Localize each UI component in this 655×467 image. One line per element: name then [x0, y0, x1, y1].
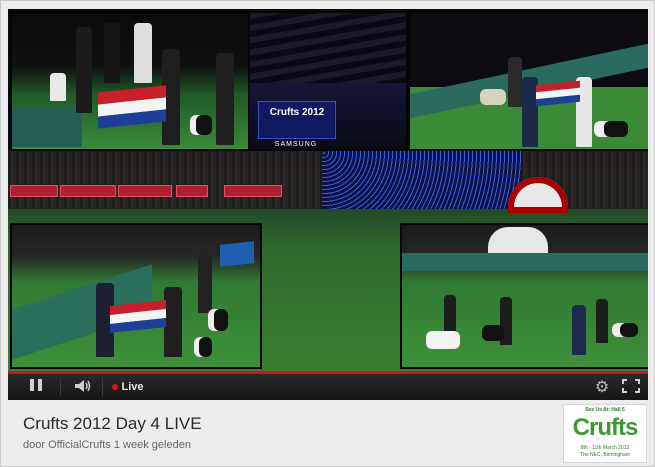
white-dog — [480, 89, 506, 105]
person — [76, 27, 92, 113]
scottish-flag — [220, 241, 254, 267]
pause-button[interactable] — [24, 374, 48, 400]
settings-button[interactable]: ⚙ — [591, 374, 613, 400]
arena-tunnel — [488, 227, 548, 255]
video-pane-scoreboard: Crufts 2012 SAMSUNG — [248, 11, 408, 151]
video-pane-flag-walk — [408, 11, 648, 151]
arena-rigging — [250, 13, 406, 83]
controls-divider — [102, 378, 103, 396]
controls-divider — [60, 378, 61, 396]
arena-hoarding — [176, 185, 208, 197]
border-collie — [594, 121, 628, 137]
person — [164, 287, 182, 357]
speaker-icon — [74, 379, 92, 396]
crufts-logo[interactable]: See Us At: Hall 5 Crufts 8th - 11th Marc… — [563, 404, 647, 463]
person — [216, 53, 234, 145]
live-label: Live — [121, 381, 144, 393]
arena-hoarding — [10, 185, 58, 197]
live-indicator[interactable]: Live — [108, 374, 148, 400]
arena-hoarding — [118, 185, 172, 197]
logo-brand: Crufts — [572, 414, 639, 441]
logo-venue: The NEC, Birmingham — [579, 452, 630, 458]
arena-scoreboard: Crufts 2012 — [258, 101, 336, 139]
person — [508, 57, 522, 107]
player-controls: Live ⚙ — [8, 374, 648, 400]
video-pane-flag-parade — [10, 223, 262, 369]
fullscreen-button[interactable] — [619, 374, 643, 400]
video-card: Crufts 2012 SAMSUNG Live ⚙ Crufts 2012 D… — [0, 0, 655, 467]
border-collie — [194, 337, 212, 357]
video-byline: door OfficialCrufts 1 week geleden — [23, 439, 191, 451]
pause-icon — [28, 378, 44, 396]
border-collie — [612, 323, 638, 337]
person — [104, 23, 120, 83]
volume-button[interactable] — [70, 374, 96, 400]
video-title[interactable]: Crufts 2012 Day 4 LIVE — [23, 414, 202, 434]
dutch-flag — [98, 85, 166, 129]
arena-hoarding — [60, 185, 116, 197]
border-collie — [190, 115, 212, 135]
arena-wall — [402, 253, 648, 271]
logo-dates: 8th - 11th March 2012 — [580, 445, 630, 451]
person — [134, 23, 152, 83]
gear-icon: ⚙ — [594, 379, 610, 396]
video-pane-handlers-flag — [10, 11, 250, 151]
arena-wall — [12, 107, 82, 147]
video-player[interactable]: Crufts 2012 SAMSUNG Live ⚙ — [8, 9, 648, 400]
logo-tagline: See Us At: Hall 5 — [585, 407, 625, 413]
fullscreen-icon — [622, 378, 640, 396]
sponsor-text: SAMSUNG — [274, 141, 318, 148]
person — [444, 295, 456, 335]
person — [596, 299, 608, 343]
white-dog — [426, 331, 460, 349]
person — [50, 73, 66, 101]
live-dot-icon — [112, 384, 119, 390]
black-dog — [482, 325, 504, 341]
border-collie — [208, 309, 228, 331]
arena-hoarding — [224, 185, 282, 197]
video-pane-obedience — [400, 223, 648, 369]
dutch-flag — [110, 300, 166, 333]
person — [198, 253, 212, 313]
scoreboard-text: Crufts 2012 — [269, 107, 325, 118]
person — [572, 305, 586, 355]
arena-led-wall — [322, 151, 522, 209]
video-frame[interactable]: Crufts 2012 SAMSUNG — [8, 9, 648, 371]
